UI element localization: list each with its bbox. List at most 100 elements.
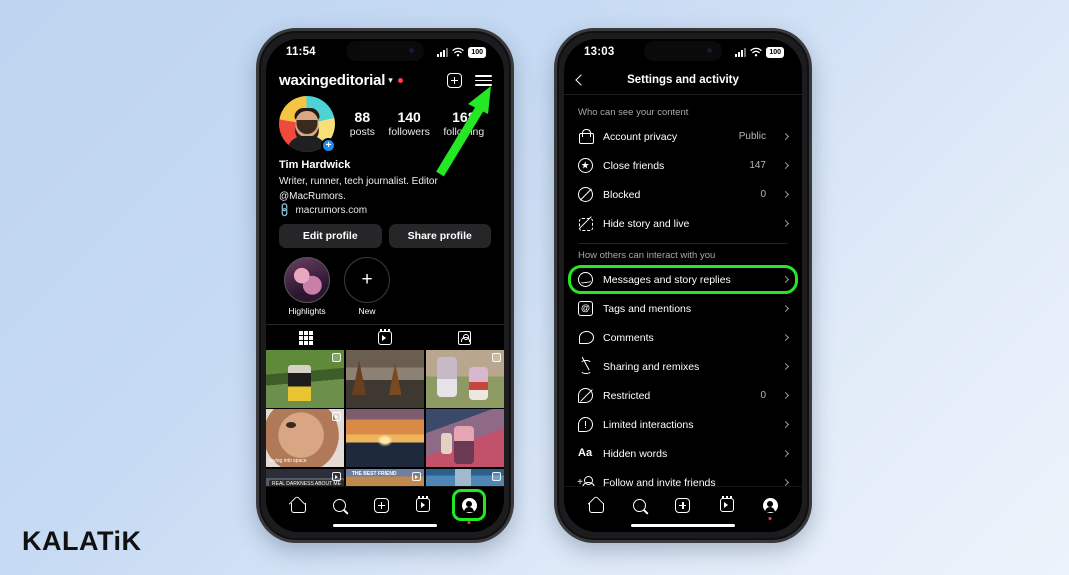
plus-box-icon[interactable]	[447, 73, 462, 88]
settings-row-label: Hidden words	[603, 447, 668, 460]
grid-item-subject	[468, 367, 488, 400]
grid-item[interactable]	[425, 409, 504, 468]
tab-grid[interactable]	[266, 330, 345, 345]
share-profile-button[interactable]: Share profile	[388, 223, 491, 248]
stat-followers[interactable]: 140 followers	[388, 109, 429, 140]
profile-stats-row: + 88 posts 140 followers 168 following	[266, 93, 504, 153]
battery-icon: 100	[766, 46, 784, 58]
hamburger-menu-icon[interactable]	[475, 74, 492, 87]
username-label[interactable]: waxingeditorial	[279, 72, 385, 89]
settings-row-account-privacy[interactable]: Account privacy Public	[564, 122, 802, 151]
status-bar-right: 13:03 100	[564, 39, 802, 65]
bio-description: Writer, runner, tech journalist. Editor …	[279, 175, 438, 202]
grid-item-still	[388, 362, 402, 396]
profile-icon	[762, 497, 778, 513]
reel-badge-icon	[412, 471, 422, 481]
grid-item[interactable]	[345, 409, 425, 468]
nav-profile[interactable]	[757, 493, 783, 520]
settings-row-label: Sharing and remixes	[603, 360, 700, 373]
edit-profile-button[interactable]: Edit profile	[279, 223, 382, 248]
grid-item[interactable]	[266, 349, 345, 408]
chevron-down-icon[interactable]: ▾	[388, 75, 393, 86]
chevron-right-icon	[781, 449, 790, 458]
phone-right: 13:03 100 Settings and activity Who can …	[554, 28, 812, 543]
notification-dot	[397, 78, 403, 83]
tagged-icon	[457, 330, 471, 345]
settings-row-restricted[interactable]: Restricted 0	[564, 381, 802, 410]
plus-icon: +	[344, 256, 390, 303]
stat-posts[interactable]: 88 posts	[350, 109, 375, 140]
highlight-cover	[284, 256, 330, 303]
cellular-bars-icon	[437, 47, 449, 57]
profile-header: waxingeditorial ▾	[266, 65, 504, 93]
settings-row-label: Hide story and live	[603, 217, 690, 230]
create-icon	[675, 497, 691, 513]
tab-reels[interactable]	[345, 328, 424, 345]
nav-reels[interactable]	[410, 493, 436, 517]
reels-icon	[416, 496, 430, 512]
grid-item[interactable]	[425, 349, 504, 408]
bio-link-row[interactable]: 🔗 macrumors.com	[277, 202, 491, 219]
tab-tagged[interactable]	[425, 330, 504, 345]
settings-row-limited-interactions[interactable]: Limited interactions	[564, 410, 802, 439]
avatar[interactable]: +	[279, 96, 336, 153]
add-to-story-badge-icon[interactable]: +	[321, 138, 336, 153]
settings-row-label: Close friends	[603, 159, 665, 172]
grid-item-caption: crying into space	[269, 458, 307, 465]
nav-create[interactable]	[670, 493, 696, 517]
highlights-row: Highlights + New	[266, 248, 504, 316]
home-icon	[290, 499, 306, 513]
home-indicator	[333, 523, 437, 527]
carousel-badge-icon	[492, 471, 501, 481]
reels-icon	[719, 496, 734, 512]
comment-icon	[578, 330, 594, 345]
chevron-left-icon[interactable]	[575, 73, 587, 86]
settings-row-label: Limited interactions	[603, 418, 694, 431]
stat-following-count: 168	[452, 108, 476, 125]
grid-item[interactable]	[345, 349, 425, 408]
restricted-icon	[578, 388, 593, 403]
settings-row-value: 0	[760, 189, 766, 200]
grid-item[interactable]: crying into space	[266, 409, 345, 468]
status-time: 13:03	[584, 46, 615, 58]
settings-row-hide-story-and-live[interactable]: Hide story and live	[564, 209, 802, 238]
grid-item-caption: THE BEST FRIEND	[351, 470, 397, 477]
nav-home[interactable]	[284, 493, 310, 517]
settings-row-close-friends[interactable]: Close friends 147	[564, 151, 802, 180]
at-mention-icon: @	[578, 301, 593, 316]
highlight-item[interactable]: Highlights	[284, 256, 330, 316]
carousel-badge-icon	[492, 352, 501, 362]
chevron-right-icon	[781, 420, 790, 429]
stats-group: 88 posts 140 followers 168 following	[335, 109, 491, 140]
page-title: Settings and activity	[627, 73, 739, 86]
nav-home[interactable]	[583, 493, 609, 517]
phone-left-screen: 11:54 100 waxingeditorial ▾ + 88 posts 1…	[266, 39, 504, 532]
settings-row-tags-and-mentions[interactable]: @ Tags and mentions	[564, 294, 802, 323]
settings-list[interactable]: Who can see your content Account privacy…	[564, 95, 802, 497]
settings-row-label: Blocked	[603, 188, 641, 201]
status-bar-left: 11:54 100	[266, 39, 504, 65]
nav-profile[interactable]	[452, 489, 486, 524]
nav-search[interactable]	[626, 493, 652, 517]
settings-row-comments[interactable]: Comments	[564, 323, 802, 352]
settings-row-messages-and-story-replies[interactable]: Messages and story replies	[564, 265, 802, 294]
chevron-right-icon	[781, 362, 790, 371]
reel-badge-icon	[332, 471, 342, 481]
star-circle-icon	[578, 158, 593, 173]
nav-create[interactable]	[368, 493, 394, 517]
nav-search[interactable]	[326, 493, 352, 517]
settings-row-blocked[interactable]: Blocked 0	[564, 180, 802, 209]
highlight-label: Highlights	[288, 305, 326, 316]
settings-row-label: Tags and mentions	[603, 302, 692, 315]
status-indicators: 100	[735, 46, 784, 58]
grid-item-subject	[286, 422, 296, 428]
limited-interactions-icon	[578, 417, 593, 432]
carousel-badge-icon	[332, 352, 342, 362]
stat-following[interactable]: 168 following	[443, 109, 484, 140]
settings-header: Settings and activity	[564, 65, 802, 95]
chevron-right-icon	[781, 333, 790, 342]
settings-row-sharing-and-remixes[interactable]: Sharing and remixes	[564, 352, 802, 381]
settings-row-hidden-words[interactable]: Aa Hidden words	[564, 439, 802, 468]
nav-reels[interactable]	[714, 493, 740, 517]
new-highlight-item[interactable]: + New	[344, 256, 390, 316]
